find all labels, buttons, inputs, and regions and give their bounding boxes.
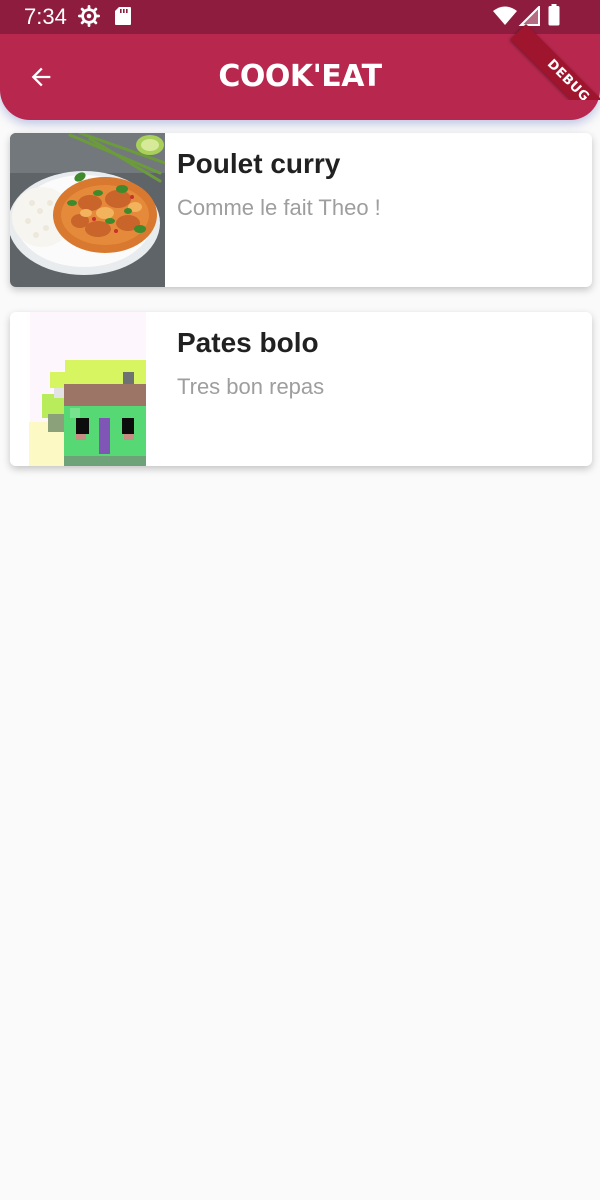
recipe-card[interactable]: Pates bolo Tres bon repas — [10, 312, 592, 466]
status-time: 7:34 — [24, 4, 67, 29]
recipe-card[interactable]: Poulet curry Comme le fait Theo ! — [10, 133, 592, 287]
pixel-art-image — [10, 312, 165, 466]
chicken-curry-image — [10, 133, 165, 287]
debug-banner: DEBUG — [500, 0, 600, 100]
recipe-subtitle: Comme le fait Theo ! — [177, 195, 381, 220]
recipe-title: Poulet curry — [177, 148, 341, 179]
sd-card-icon — [115, 7, 131, 25]
settings-gear-icon — [78, 5, 100, 27]
debug-banner-label: DEBUG — [510, 24, 600, 100]
recipe-subtitle: Tres bon repas — [177, 374, 325, 399]
recipe-title: Pates bolo — [177, 327, 319, 358]
